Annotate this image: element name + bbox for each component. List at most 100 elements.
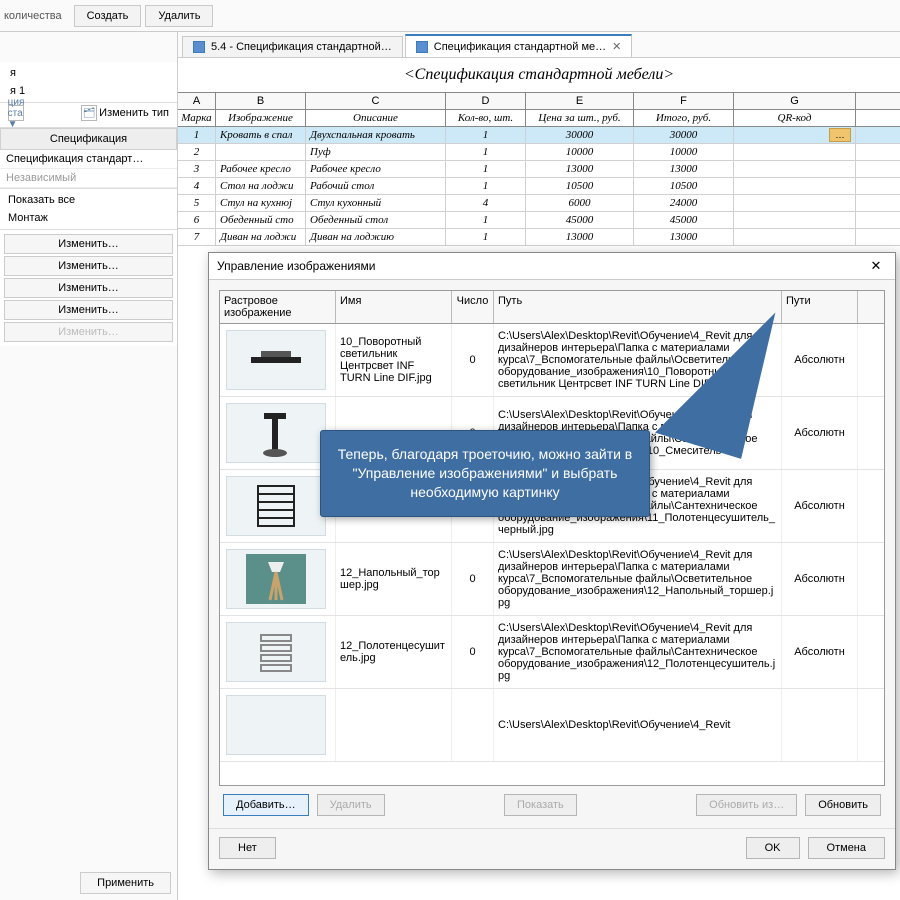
edit-button[interactable]: Изменить…: [4, 300, 173, 320]
cell-pathtype[interactable]: Абсолютн: [782, 543, 858, 615]
img-col-header[interactable]: Имя: [336, 291, 452, 323]
cell-image[interactable]: Обеденный сто: [216, 212, 306, 228]
cell-price[interactable]: 45000: [526, 212, 634, 228]
col-letter[interactable]: D: [446, 93, 526, 109]
cell-mark[interactable]: 7: [178, 229, 216, 245]
col-header[interactable]: Цена за шт., руб.: [526, 110, 634, 126]
cell-qr[interactable]: [734, 212, 856, 228]
cell-qty[interactable]: 1: [446, 212, 526, 228]
cell-qr[interactable]: …: [734, 127, 856, 143]
sidebar-item-spec-std[interactable]: Спецификация стандарт…: [0, 150, 177, 169]
table-row[interactable]: 4Стол на лоджиРабочий стол11050010500: [178, 178, 900, 195]
col-letter[interactable]: G: [734, 93, 856, 109]
cell-price[interactable]: 10000: [526, 144, 634, 160]
edit-type-icon[interactable]: 🗂: [81, 105, 97, 121]
cell-count[interactable]: 0: [452, 543, 494, 615]
table-row[interactable]: 7Диван на лоджиДиван на лоджию1130001300…: [178, 229, 900, 246]
edit-button[interactable]: Изменить…: [4, 234, 173, 254]
montage-label[interactable]: Монтаж: [4, 209, 173, 227]
cell-mark[interactable]: 5: [178, 195, 216, 211]
cell-pathtype[interactable]: [782, 689, 858, 761]
cell-name[interactable]: [336, 689, 452, 761]
cell-image[interactable]: [216, 144, 306, 160]
cell-total[interactable]: 10000: [634, 144, 734, 160]
apply-button[interactable]: Применить: [80, 872, 171, 894]
add-button[interactable]: Добавить…: [223, 794, 309, 816]
cell-count[interactable]: 0: [452, 616, 494, 688]
cell-image[interactable]: Стул на кухнюj: [216, 195, 306, 211]
table-row[interactable]: 5Стул на кухнюjСтул кухонный4600024000: [178, 195, 900, 212]
update-button[interactable]: Обновить: [805, 794, 881, 816]
tab-spec-std[interactable]: Спецификация стандартной ме… ✕: [405, 34, 633, 57]
col-header[interactable]: Описание: [306, 110, 446, 126]
image-table-body[interactable]: 10_Поворотный светильник Центрсвет INF T…: [220, 324, 884, 785]
cell-name[interactable]: 12_Полотенцесушитель.jpg: [336, 616, 452, 688]
cell-qty[interactable]: 1: [446, 178, 526, 194]
cell-name[interactable]: 10_Поворотный светильник Центрсвет INF T…: [336, 324, 452, 396]
image-row[interactable]: C:\Users\Alex\Desktop\Revit\Обучение\4_R…: [220, 689, 884, 762]
cell-mark[interactable]: 1: [178, 127, 216, 143]
table-row[interactable]: 1Кровать в спалДвухспальная кровать13000…: [178, 127, 900, 144]
cell-total[interactable]: 30000: [634, 127, 734, 143]
cell-pathtype[interactable]: Абсолютн: [782, 397, 858, 469]
cell-total[interactable]: 13000: [634, 229, 734, 245]
cell-name[interactable]: 12_Напольный_торшер.jpg: [336, 543, 452, 615]
cell-total[interactable]: 24000: [634, 195, 734, 211]
col-letter[interactable]: B: [216, 93, 306, 109]
edit-button[interactable]: Изменить…: [4, 256, 173, 276]
cell-path[interactable]: C:\Users\Alex\Desktop\Revit\Обучение\4_R…: [494, 616, 782, 688]
cell-price[interactable]: 13000: [526, 229, 634, 245]
show-all-label[interactable]: Показать все: [4, 191, 173, 209]
cell-price[interactable]: 13000: [526, 161, 634, 177]
img-col-header[interactable]: Пути: [782, 291, 858, 323]
cell-qr[interactable]: [734, 195, 856, 211]
cell-image[interactable]: Рабочее кресло: [216, 161, 306, 177]
cell-desc[interactable]: Обеденный стол: [306, 212, 446, 228]
tab-spec-5-4[interactable]: 5.4 - Спецификация стандартной…: [182, 36, 403, 57]
update-from-button[interactable]: Обновить из…: [696, 794, 797, 816]
img-col-header[interactable]: Растровое изображение: [220, 291, 336, 323]
cell-qty[interactable]: 1: [446, 144, 526, 160]
cell-pathtype[interactable]: Абсолютн: [782, 324, 858, 396]
col-header[interactable]: Изображение: [216, 110, 306, 126]
cell-price[interactable]: 30000: [526, 127, 634, 143]
cell-count[interactable]: [452, 689, 494, 761]
cell-desc[interactable]: Рабочий стол: [306, 178, 446, 194]
cell-image[interactable]: Кровать в спал: [216, 127, 306, 143]
image-row[interactable]: 12_Полотенцесушитель.jpg0C:\Users\Alex\D…: [220, 616, 884, 689]
col-header[interactable]: Итого, руб.: [634, 110, 734, 126]
cancel-button[interactable]: Отмена: [808, 837, 885, 859]
cell-pathtype[interactable]: Абсолютн: [782, 616, 858, 688]
cell-path[interactable]: C:\Users\Alex\Desktop\Revit\Обучение\4_R…: [494, 689, 782, 761]
col-letter[interactable]: F: [634, 93, 734, 109]
no-button[interactable]: Нет: [219, 837, 276, 859]
dialog-close-icon[interactable]: ✕: [865, 258, 887, 274]
cell-qty[interactable]: 1: [446, 127, 526, 143]
cell-price[interactable]: 10500: [526, 178, 634, 194]
edit-button[interactable]: Изменить…: [4, 278, 173, 298]
show-button[interactable]: Показать: [504, 794, 577, 816]
cell-image[interactable]: Стол на лоджи: [216, 178, 306, 194]
cell-mark[interactable]: 2: [178, 144, 216, 160]
col-header[interactable]: Кол-во, шт.: [446, 110, 526, 126]
cell-qr[interactable]: [734, 178, 856, 194]
spec-tab-header[interactable]: Спецификация: [0, 128, 177, 150]
cell-mark[interactable]: 6: [178, 212, 216, 228]
col-letter[interactable]: A: [178, 93, 216, 109]
cell-qty[interactable]: 1: [446, 161, 526, 177]
cell-qr[interactable]: [734, 229, 856, 245]
edit-type-label[interactable]: Изменить тип: [99, 107, 169, 119]
cell-desc[interactable]: Пуф: [306, 144, 446, 160]
cell-price[interactable]: 6000: [526, 195, 634, 211]
cell-mark[interactable]: 4: [178, 178, 216, 194]
browse-ellipsis-button[interactable]: …: [829, 128, 851, 142]
cell-desc[interactable]: Двухспальная кровать: [306, 127, 446, 143]
sidebar-item-independent[interactable]: Независимый: [0, 169, 177, 188]
table-row[interactable]: 2Пуф11000010000: [178, 144, 900, 161]
cell-path[interactable]: C:\Users\Alex\Desktop\Revit\Обучение\4_R…: [494, 543, 782, 615]
tab-close-icon[interactable]: ✕: [612, 40, 621, 53]
type-dropdown[interactable]: ция ста ▼: [8, 105, 24, 121]
delete-button[interactable]: Удалить: [145, 5, 213, 27]
cell-total[interactable]: 13000: [634, 161, 734, 177]
cell-desc[interactable]: Рабочее кресло: [306, 161, 446, 177]
